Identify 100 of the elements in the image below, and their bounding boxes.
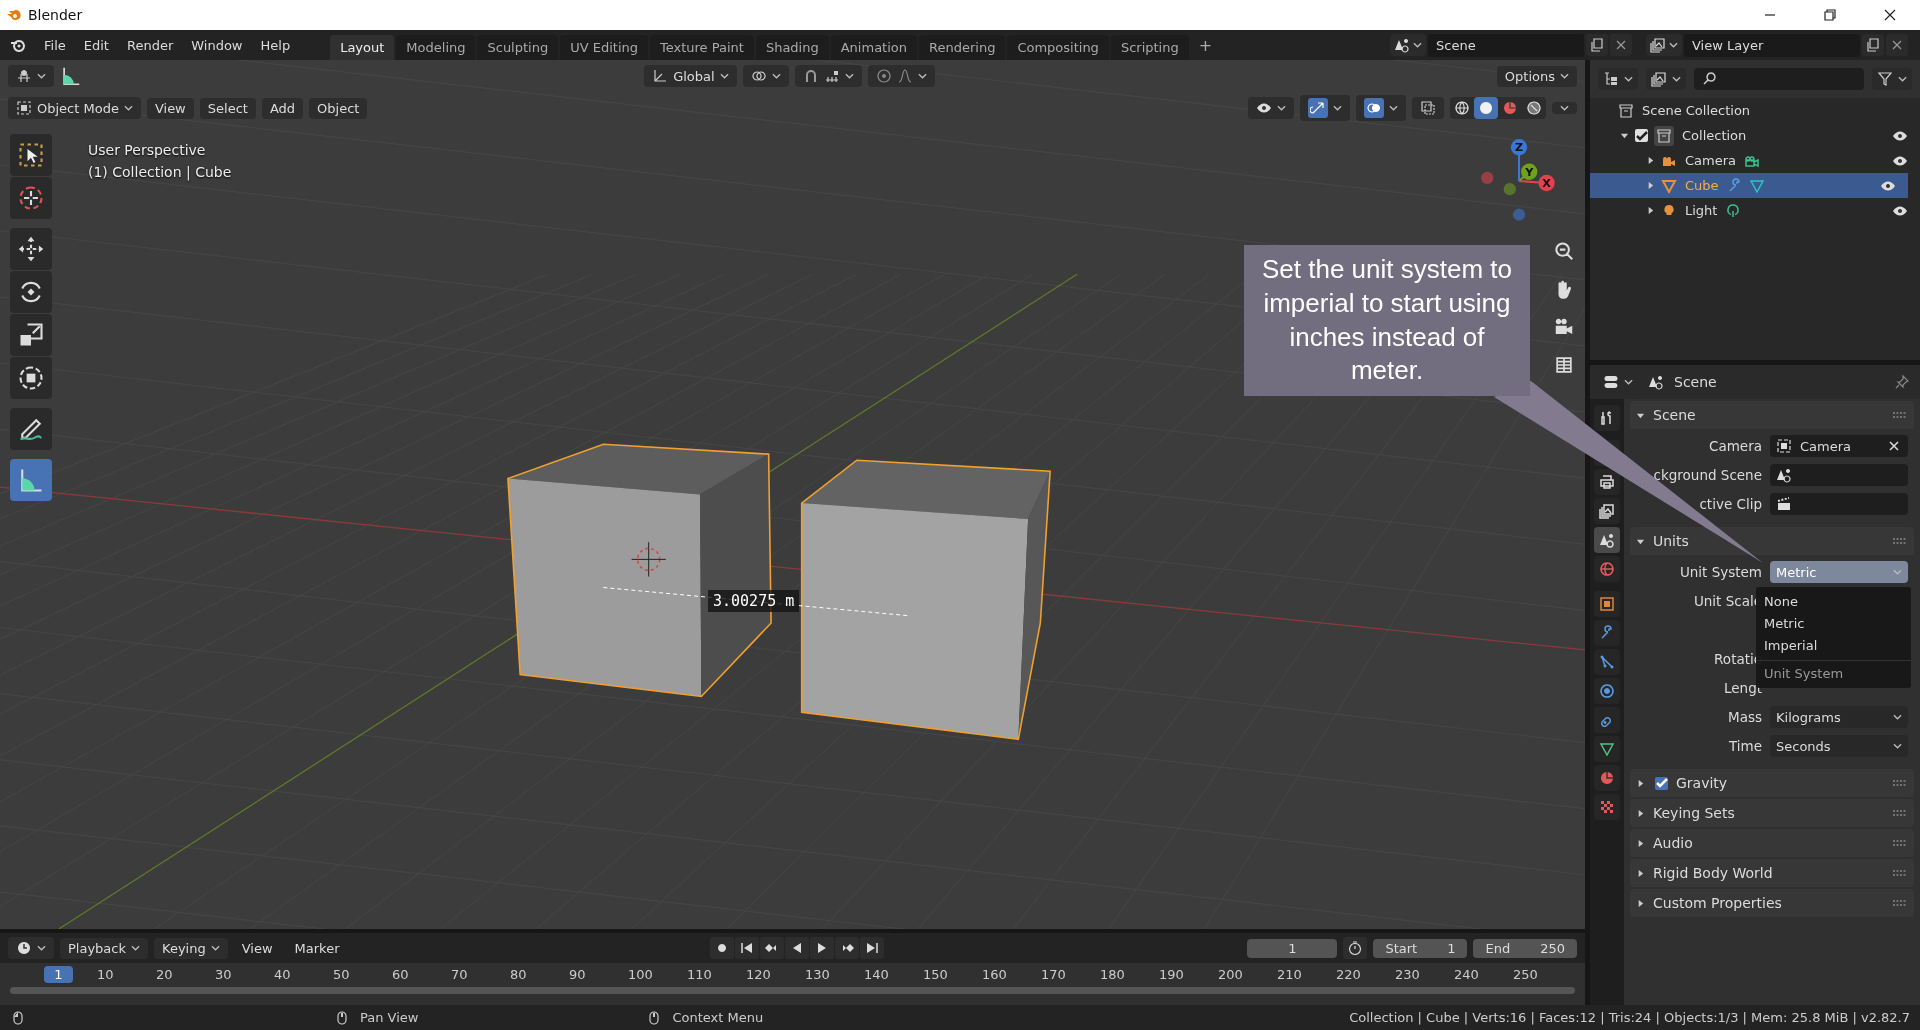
properties-tab[interactable] <box>1594 498 1620 524</box>
scene-browse-button[interactable] <box>1390 34 1426 56</box>
visibility-button[interactable] <box>1248 97 1294 119</box>
properties-tab[interactable] <box>1594 736 1620 762</box>
gizmo-toggle-button[interactable] <box>1300 95 1350 121</box>
scene-name-field[interactable]: Scene <box>1428 33 1584 57</box>
viewport-menu[interactable]: View <box>146 97 194 119</box>
restore-icon[interactable] <box>1822 7 1838 23</box>
orientation-dropdown[interactable]: Global <box>644 65 737 87</box>
editor-type-button[interactable] <box>8 65 54 87</box>
checkbox[interactable] <box>1655 776 1668 790</box>
workspace-tab[interactable]: Layout <box>330 35 395 60</box>
workspace-tab[interactable]: Sculpting <box>477 35 559 60</box>
panel-header[interactable]: Keying Sets <box>1630 799 1914 827</box>
play-reverse-button[interactable] <box>785 937 810 959</box>
negative-axis-handle[interactable] <box>1481 171 1494 185</box>
shading-mode-button[interactable] <box>1474 97 1498 119</box>
disclosure-triangle-icon[interactable] <box>1636 808 1645 818</box>
scene-field[interactable] <box>1770 464 1908 486</box>
duplicate-icon[interactable] <box>1586 34 1608 56</box>
properties-tab[interactable] <box>1594 405 1620 431</box>
overlay-toggle-button[interactable] <box>1356 95 1406 121</box>
workspace-tab[interactable]: Compositing <box>1007 35 1109 60</box>
snap-button[interactable] <box>794 65 862 87</box>
disclosure-triangle-icon[interactable] <box>1636 898 1645 908</box>
disclosure-triangle-icon[interactable] <box>1636 868 1645 878</box>
viewport-menu[interactable]: Object <box>309 97 368 119</box>
menu-item[interactable]: File <box>36 33 74 57</box>
camera-field[interactable]: Camera <box>1770 435 1908 457</box>
timeline-menu[interactable]: Playback <box>60 937 148 959</box>
move-tool[interactable] <box>10 228 52 270</box>
menu-item[interactable]: Window <box>183 33 251 57</box>
panel-header[interactable]: Gravity <box>1630 769 1914 797</box>
current-frame-field[interactable]: 1 <box>1247 938 1338 958</box>
grid-icon[interactable] <box>1553 354 1575 376</box>
filter-button[interactable] <box>1872 68 1912 90</box>
properties-tab[interactable] <box>1594 620 1620 646</box>
axis-handle[interactable] <box>1538 174 1555 192</box>
negative-axis-handle[interactable] <box>1512 208 1526 221</box>
negative-axis-handle[interactable] <box>1503 183 1516 196</box>
properties-tab[interactable] <box>1594 469 1620 495</box>
tree-item[interactable]: Collection <box>1680 128 1749 143</box>
pin-icon[interactable] <box>1894 374 1910 390</box>
xray-toggle-button[interactable] <box>1412 97 1444 119</box>
next-keyframe-button[interactable] <box>835 937 860 959</box>
record-button[interactable] <box>710 937 735 959</box>
timeline-menu[interactable]: View <box>233 937 281 959</box>
ruler-tool[interactable] <box>10 459 52 501</box>
axis-handle[interactable] <box>1521 163 1538 180</box>
properties-tab[interactable] <box>1594 794 1620 820</box>
workspace-tab[interactable]: Scripting <box>1110 35 1189 60</box>
viewport-menu[interactable]: Select <box>199 97 256 119</box>
timeline-menu[interactable]: Marker <box>286 937 348 959</box>
pivot-point-button[interactable] <box>742 65 789 87</box>
transform-tool[interactable] <box>10 357 52 399</box>
workspace-tab[interactable]: Modeling <box>396 35 476 60</box>
outliner-row[interactable]: Camera <box>1590 148 1920 173</box>
axis-handle[interactable] <box>1510 139 1528 156</box>
properties-tab[interactable] <box>1594 527 1620 553</box>
panel-header[interactable]: Audio <box>1630 829 1914 857</box>
disclosure-triangle-icon[interactable] <box>1646 206 1655 215</box>
properties-tab[interactable] <box>1594 649 1620 675</box>
add-workspace-button[interactable]: + <box>1190 31 1221 60</box>
workspace-tab[interactable]: Rendering <box>919 35 1006 60</box>
preview-range-button[interactable] <box>1343 937 1368 959</box>
start-frame-field[interactable]: Start 1 <box>1373 938 1468 958</box>
exclude-checkbox[interactable] <box>1635 129 1648 142</box>
play-button[interactable] <box>810 937 835 959</box>
disclosure-triangle-icon[interactable] <box>1646 156 1655 165</box>
workspace-tab[interactable]: UV Editing <box>560 35 648 60</box>
select-box-tool[interactable] <box>10 134 52 176</box>
prev-keyframe-button[interactable] <box>760 937 785 959</box>
view-layer-filter-button[interactable] <box>1646 68 1686 90</box>
disclosure-triangle-icon[interactable] <box>1636 838 1645 848</box>
dropdown[interactable]: Kilograms <box>1770 706 1908 728</box>
timeline-scrollbar[interactable] <box>10 987 1575 994</box>
rotate-tool[interactable] <box>10 271 52 313</box>
workspace-tab[interactable]: Texture Paint <box>650 35 754 60</box>
panel-header[interactable]: Rigid Body World <box>1630 859 1914 887</box>
view-layer-name-field[interactable]: View Layer <box>1684 33 1860 57</box>
ruler-icon[interactable] <box>60 65 82 87</box>
menu-item[interactable]: Edit <box>75 33 117 57</box>
workspace-tab[interactable]: Animation <box>830 35 917 60</box>
dropdown[interactable]: Metric <box>1770 561 1908 583</box>
disclosure-triangle-icon[interactable] <box>1636 778 1645 788</box>
current-frame-indicator[interactable]: 1 <box>44 965 73 983</box>
viewport-menu[interactable]: Add <box>261 97 304 119</box>
properties-tab[interactable] <box>1594 591 1620 617</box>
proportional-edit-button[interactable] <box>867 65 935 87</box>
properties-tab[interactable] <box>1594 556 1620 582</box>
navigation-gizmo[interactable]: X Y Z <box>1473 135 1565 227</box>
mode-dropdown[interactable]: Object Mode <box>8 97 141 119</box>
scale-tool[interactable] <box>10 314 52 356</box>
panel-header[interactable]: Units <box>1630 527 1914 555</box>
properties-tab[interactable] <box>1594 707 1620 733</box>
pencil-tool[interactable] <box>10 408 52 450</box>
cursor-tool[interactable] <box>10 177 52 219</box>
duplicate-icon[interactable] <box>1862 34 1884 56</box>
search-field[interactable] <box>1694 68 1864 90</box>
dropdown[interactable]: Seconds <box>1770 735 1908 757</box>
